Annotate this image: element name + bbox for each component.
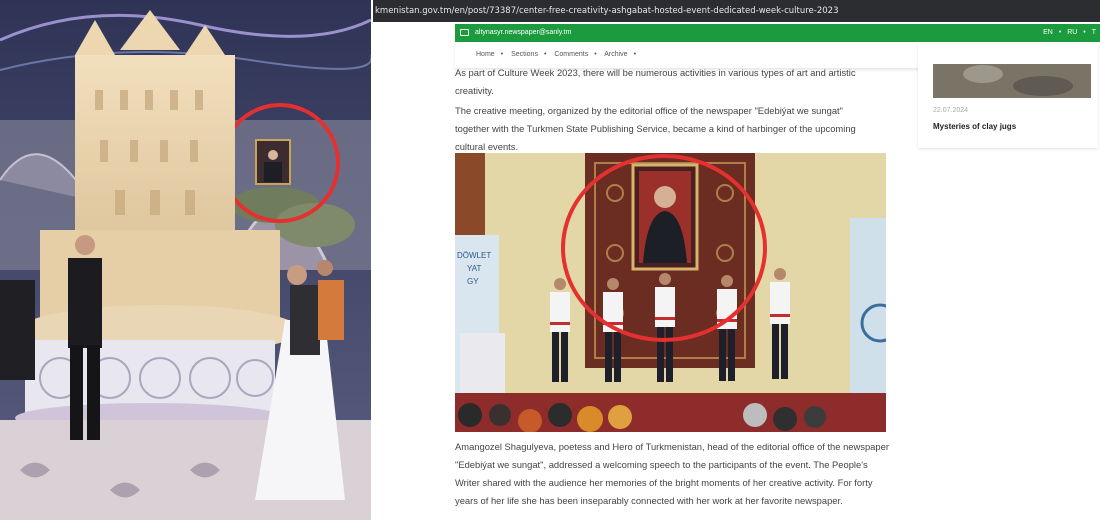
- nav-archive[interactable]: Archive: [604, 51, 627, 58]
- banner-text: DÖWLET: [457, 251, 491, 260]
- banner-text: YAT: [467, 264, 481, 273]
- mail-icon: [460, 29, 469, 36]
- address-bar[interactable]: kmenistan.gov.tm/en/post/73387/center-fr…: [373, 0, 1100, 22]
- related-post-card[interactable]: 22.07.2024 Mysteries of clay jugs: [918, 44, 1098, 148]
- browser-screenshot: kmenistan.gov.tm/en/post/73387/center-fr…: [373, 0, 1100, 520]
- nav-home[interactable]: Home: [476, 51, 495, 58]
- banner-text: GY: [467, 277, 479, 286]
- related-post-title[interactable]: Mysteries of clay jugs: [933, 122, 1016, 131]
- article-paragraph: As part of Culture Week 2023, there will…: [455, 67, 856, 96]
- article-paragraph: Amangozel Shagulyeva, poetess and Hero o…: [455, 441, 889, 506]
- nav-sections[interactable]: Sections: [511, 51, 538, 58]
- contact-email[interactable]: altynasyr.newspaper@sanly.tm: [475, 24, 571, 42]
- lang-en[interactable]: EN: [1043, 29, 1053, 36]
- nav-comments[interactable]: Comments: [554, 51, 588, 58]
- lang-tk[interactable]: T: [1092, 29, 1096, 36]
- related-post-date: 22.07.2024: [933, 107, 969, 114]
- lang-ru[interactable]: RU: [1067, 29, 1077, 36]
- article-photo: DÖWLET YAT GY: [455, 153, 886, 432]
- language-switcher: EN • RU • T: [1043, 29, 1096, 36]
- related-post-thumbnail[interactable]: [933, 64, 1091, 98]
- site-topbar: altynasyr.newspaper@sanly.tm EN • RU • T: [455, 24, 1100, 42]
- wedding-cake-photo: [0, 0, 371, 520]
- article-paragraph: The creative meeting, organized by the e…: [455, 105, 856, 152]
